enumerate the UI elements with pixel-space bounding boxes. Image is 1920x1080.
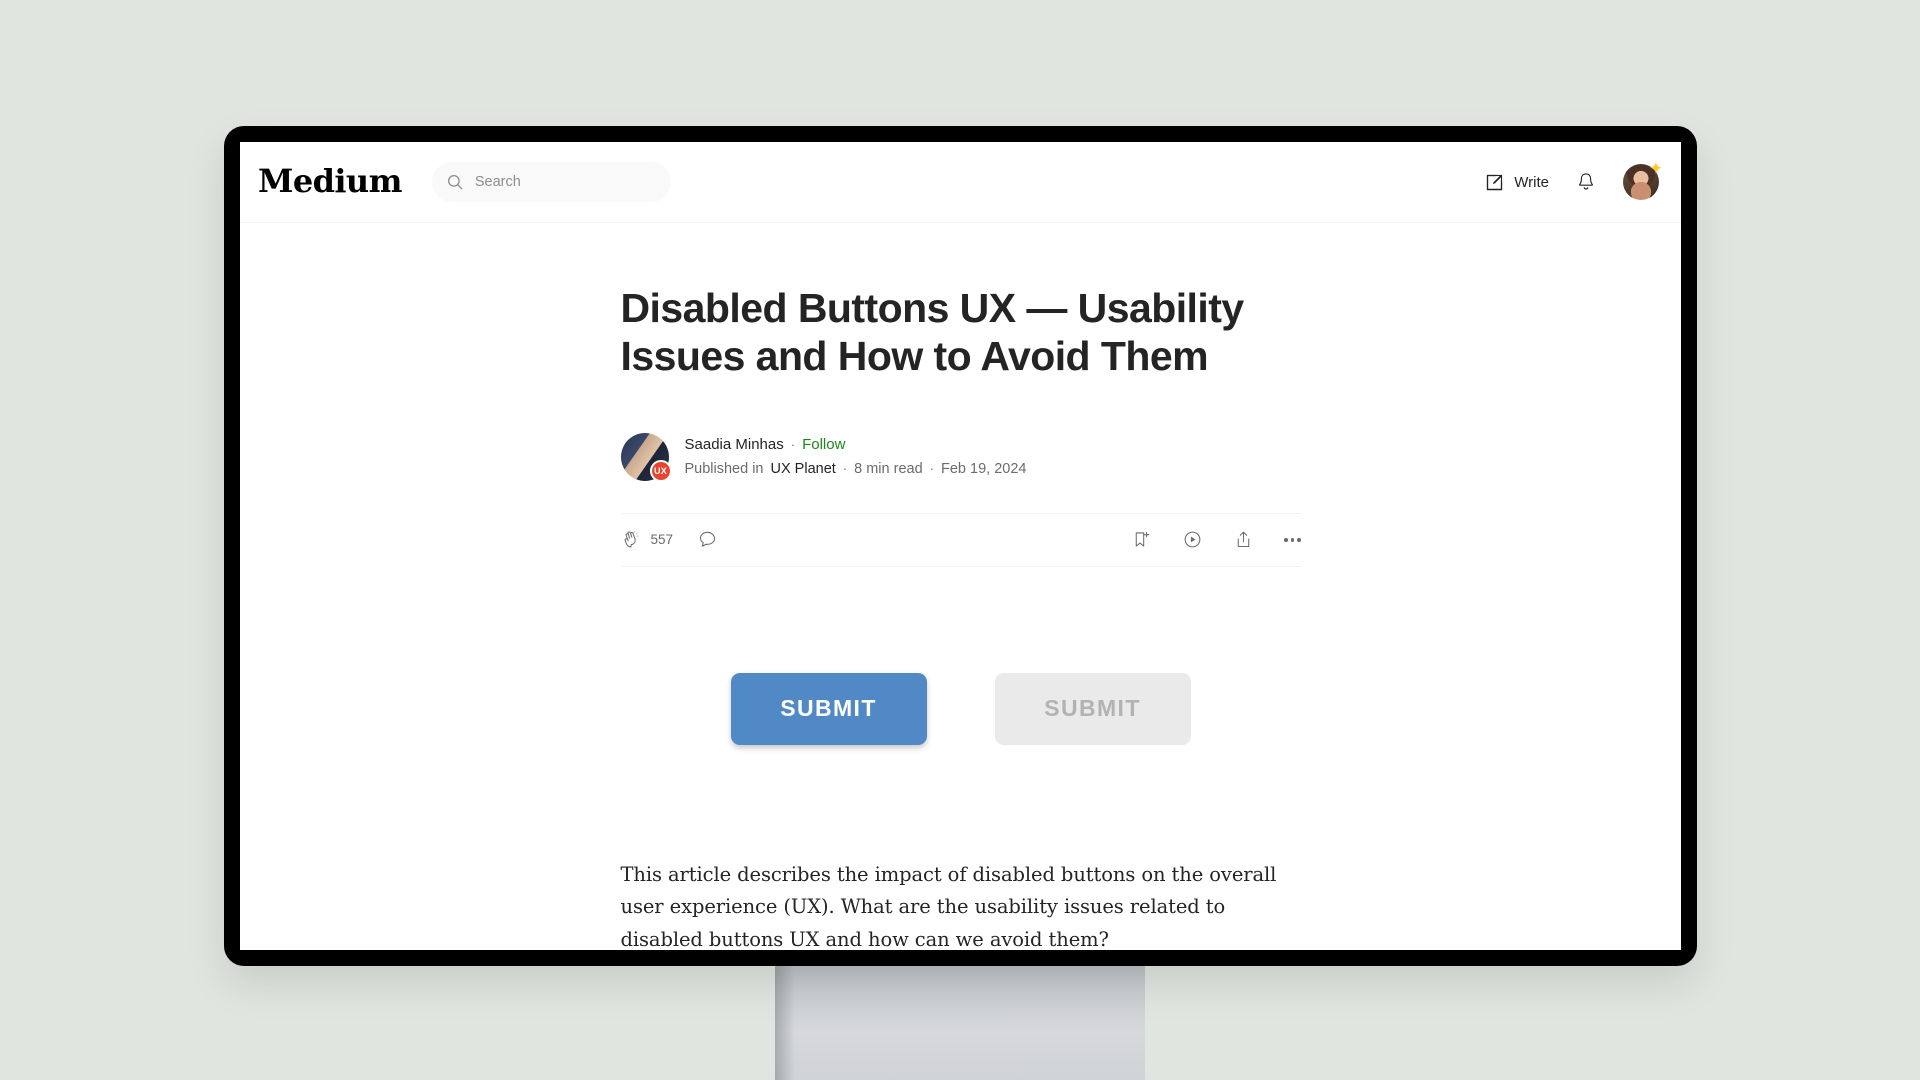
engagement-right [1131,529,1301,550]
monitor-screen: Medium Write [240,142,1681,950]
monitor-stand [775,960,1145,1080]
buttons-figure: SUBMIT SUBMIT [621,672,1301,745]
byline-separator: · [790,436,796,452]
engagement-bar: 557 [620,512,1301,567]
article: Disabled Buttons UX — Usability Issues a… [620,223,1301,950]
publish-date: Feb 19, 2024 [941,460,1027,477]
comment-icon [700,532,716,548]
engagement-left: 557 [621,529,719,550]
ellipsis-icon [1284,538,1301,542]
search-icon [447,174,463,190]
submit-button-enabled[interactable]: SUBMIT [730,672,927,745]
sparkle-icon: ✦ [1648,159,1663,178]
pencil-square-icon [1487,174,1503,190]
comment-button[interactable] [697,529,718,550]
bookmark-button[interactable] [1131,529,1152,550]
share-icon [1237,532,1250,548]
publication-badge: UX [649,459,672,482]
write-label: Write [1514,173,1549,191]
publication-row: Published in UX Planet · 8 min read · Fe… [685,460,1027,479]
author-avatar[interactable]: UX [620,432,672,482]
clap-icon [624,531,639,548]
search-input[interactable] [474,174,657,190]
follow-link[interactable]: Follow [802,435,845,455]
clap-button[interactable]: 557 [621,529,674,550]
byline-separator: · [842,460,848,476]
page-title: Disabled Buttons UX — Usability Issues a… [620,285,1245,379]
medium-logo[interactable]: Medium [258,165,402,200]
published-prefix: Published in [684,460,764,477]
site-header: Medium Write [240,142,1681,223]
clap-count: 557 [650,532,674,548]
write-button[interactable]: Write [1484,172,1549,193]
article-scroll-area[interactable]: Disabled Buttons UX — Usability Issues a… [240,223,1681,950]
read-time: 8 min read [854,460,923,477]
avatar[interactable]: ✦ [1623,160,1663,200]
byline-text: Saadia Minhas · Follow Published in UX P… [685,435,1027,478]
listen-button[interactable] [1182,529,1203,550]
search-box[interactable] [431,162,671,202]
share-button[interactable] [1233,529,1254,550]
monitor-scene: Medium Write [0,0,1920,1080]
author-row: Saadia Minhas · Follow [685,435,1027,455]
submit-button-disabled: SUBMIT [994,672,1191,745]
publication-link[interactable]: UX Planet [771,460,836,479]
bell-icon [1579,173,1593,190]
header-actions: Write ✦ [1484,160,1663,200]
notifications-button[interactable] [1575,171,1597,193]
more-button[interactable] [1284,538,1301,542]
byline-separator: · [929,460,934,476]
play-circle-icon [1184,532,1201,548]
bookmark-plus-icon [1135,532,1150,548]
byline: UX Saadia Minhas · Follow Published in U… [620,432,1301,482]
author-name[interactable]: Saadia Minhas [685,435,784,455]
article-body: This article describes the impact of dis… [620,862,1277,950]
